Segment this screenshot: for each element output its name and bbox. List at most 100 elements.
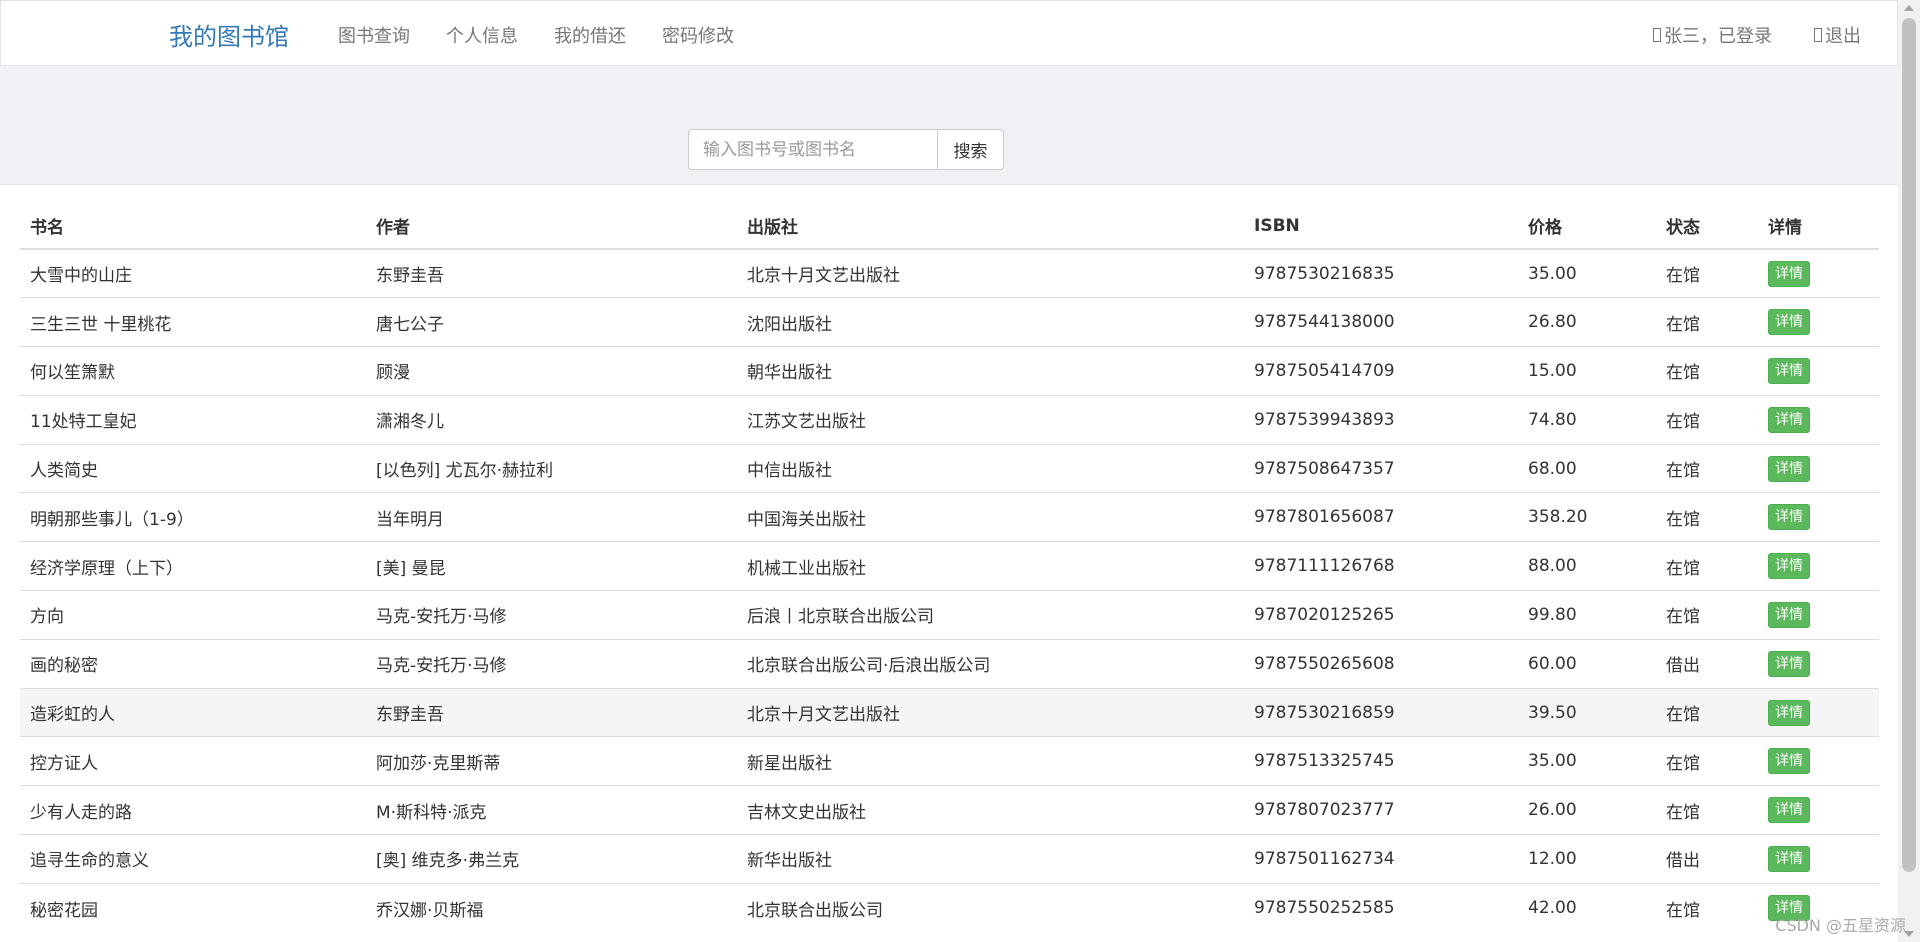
- detail-button[interactable]: 详情: [1768, 601, 1810, 628]
- cell-title: 秘密花园: [20, 882, 366, 933]
- cell-title: 明朝那些事儿（1-9）: [20, 492, 366, 542]
- header-author: 作者: [366, 203, 737, 250]
- cell-title: 经济学原理（上下）: [20, 541, 366, 591]
- nav-personal-info[interactable]: 个人信息: [446, 22, 518, 48]
- table-row: 何以笙箫默 顾漫 朝华出版社 9787505414709 15.00 在馆 详情: [20, 346, 1879, 396]
- logout-link[interactable]: 退出: [1814, 22, 1861, 48]
- table-row: 画的秘密 马克-安托万·马修 北京联合出版公司·后浪出版公司 978755026560…: [20, 638, 1879, 689]
- table-row: 明朝那些事儿（1-9） 当年明月 中国海关出版社 9787801656087 358.2…: [20, 492, 1879, 542]
- table-body: 大雪中的山庄 东野圭吾 北京十月文艺出版社 9787530216835 35.00 在馆详…: [20, 248, 1879, 933]
- user-status[interactable]: 张三，已登录: [1653, 22, 1772, 48]
- cell-detail: 详情: [1758, 394, 1879, 445]
- nav-my-borrowings[interactable]: 我的借还: [554, 22, 626, 48]
- cell-status: 在馆: [1656, 443, 1758, 493]
- top-navbar: 我的图书馆 图书查询 个人信息 我的借还 密码修改 张三，已登录 退出: [0, 0, 1898, 66]
- logout-label: 退出: [1825, 26, 1861, 47]
- search-form: 搜索: [688, 129, 1004, 170]
- cell-publisher: 北京十月文艺出版社: [737, 687, 1244, 737]
- cell-title: 大雪中的山庄: [20, 248, 366, 298]
- cell-isbn: 9787505414709: [1244, 346, 1518, 396]
- detail-button[interactable]: 详情: [1768, 699, 1810, 726]
- cell-detail: 详情: [1758, 687, 1879, 737]
- cell-price: 88.00: [1518, 541, 1656, 591]
- detail-button[interactable]: 详情: [1768, 309, 1810, 336]
- cell-isbn: 9787111126768: [1244, 541, 1518, 591]
- cell-price: 26.80: [1518, 297, 1656, 347]
- table-row: 经济学原理（上下） [美] 曼昆 机械工业出版社 9787111126768 88.00…: [20, 541, 1879, 591]
- cell-status: 借出: [1656, 638, 1758, 689]
- scroll-thumb[interactable]: [1902, 18, 1916, 872]
- table-row: 人类简史 [以色列] 尤瓦尔·赫拉利 中信出版社 9787508647357 68.00…: [20, 443, 1879, 493]
- detail-button[interactable]: 详情: [1768, 845, 1810, 872]
- table-row: 大雪中的山庄 东野圭吾 北京十月文艺出版社 9787530216835 35.00 在馆详…: [20, 248, 1879, 298]
- cell-publisher: 后浪丨北京联合出版公司: [737, 590, 1244, 640]
- cell-detail: 详情: [1758, 590, 1879, 640]
- cell-isbn: 9787501162734: [1244, 834, 1518, 884]
- nav-change-password[interactable]: 密码修改: [662, 22, 734, 48]
- cell-isbn: 9787530216835: [1244, 248, 1518, 298]
- cell-isbn: 9787807023777: [1244, 785, 1518, 835]
- cell-status: 在馆: [1656, 736, 1758, 786]
- cell-author: [以色列] 尤瓦尔·赫拉利: [366, 443, 737, 493]
- cell-status: 在馆: [1656, 492, 1758, 542]
- cell-price: 39.50: [1518, 687, 1656, 737]
- cell-price: 68.00: [1518, 443, 1656, 493]
- cell-detail: 详情: [1758, 248, 1879, 298]
- header-status: 状态: [1656, 203, 1758, 250]
- cell-isbn: 9787801656087: [1244, 492, 1518, 542]
- detail-button[interactable]: 详情: [1768, 504, 1810, 531]
- detail-button[interactable]: 详情: [1768, 748, 1810, 775]
- cell-title: 三生三世 十里桃花: [20, 297, 366, 347]
- detail-button[interactable]: 详情: [1768, 553, 1810, 580]
- cell-publisher: 中信出版社: [737, 443, 1244, 493]
- cell-status: 在馆: [1656, 687, 1758, 737]
- cell-isbn: 9787550265608: [1244, 638, 1518, 689]
- cell-price: 42.00: [1518, 882, 1656, 933]
- cell-title: 控方证人: [20, 736, 366, 786]
- detail-button[interactable]: 详情: [1768, 650, 1810, 677]
- cell-detail: 详情: [1758, 297, 1879, 347]
- cell-price: 74.80: [1518, 394, 1656, 445]
- detail-button[interactable]: 详情: [1768, 260, 1810, 287]
- cell-status: 在馆: [1656, 882, 1758, 933]
- cell-author: 阿加莎·克里斯蒂: [366, 736, 737, 786]
- cell-status: 在馆: [1656, 785, 1758, 835]
- cell-author: 当年明月: [366, 492, 737, 542]
- cell-price: 12.00: [1518, 834, 1656, 884]
- detail-button[interactable]: 详情: [1768, 406, 1810, 433]
- cell-isbn: 9787544138000: [1244, 297, 1518, 347]
- header-title: 书名: [20, 203, 366, 250]
- cell-isbn: 9787508647357: [1244, 443, 1518, 493]
- search-button[interactable]: 搜索: [938, 129, 1004, 170]
- search-input[interactable]: [688, 129, 938, 170]
- cell-price: 99.80: [1518, 590, 1656, 640]
- cell-publisher: 中国海关出版社: [737, 492, 1244, 542]
- logout-icon: [1814, 28, 1822, 42]
- cell-detail: 详情: [1758, 736, 1879, 786]
- cell-publisher: 沈阳出版社: [737, 297, 1244, 347]
- cell-price: 35.00: [1518, 736, 1656, 786]
- cell-publisher: 江苏文艺出版社: [737, 394, 1244, 445]
- cell-status: 在馆: [1656, 394, 1758, 445]
- detail-button[interactable]: 详情: [1768, 357, 1810, 384]
- cell-title: 人类简史: [20, 443, 366, 493]
- scroll-up-arrow-icon[interactable]: [1904, 5, 1914, 11]
- cell-isbn: 9787539943893: [1244, 394, 1518, 445]
- vertical-scrollbar[interactable]: [1898, 0, 1920, 942]
- header-detail: 详情: [1758, 203, 1879, 250]
- cell-isbn: 9787530216859: [1244, 687, 1518, 737]
- table-row: 少有人走的路 M·斯科特·派克 吉林文史出版社 9787807023777 26.00 在…: [20, 785, 1879, 835]
- cell-title: 画的秘密: [20, 638, 366, 689]
- cell-publisher: 北京十月文艺出版社: [737, 248, 1244, 298]
- brand-link[interactable]: 我的图书馆: [169, 17, 289, 52]
- detail-button[interactable]: 详情: [1768, 797, 1810, 824]
- nav-book-search[interactable]: 图书查询: [338, 22, 410, 48]
- cell-author: [奥] 维克多·弗兰克: [366, 834, 737, 884]
- cell-author: M·斯科特·派克: [366, 785, 737, 835]
- cell-status: 在馆: [1656, 590, 1758, 640]
- cell-status: 借出: [1656, 834, 1758, 884]
- book-table: 书名 作者 出版社 ISBN 价格 状态 详情 大雪中的山庄 东野圭吾 北京十月文艺…: [20, 203, 1879, 933]
- table-row: 方向 马克-安托万·马修 后浪丨北京联合出版公司 9787020125265 99.80…: [20, 590, 1879, 640]
- detail-button[interactable]: 详情: [1768, 455, 1810, 482]
- cell-status: 在馆: [1656, 346, 1758, 396]
